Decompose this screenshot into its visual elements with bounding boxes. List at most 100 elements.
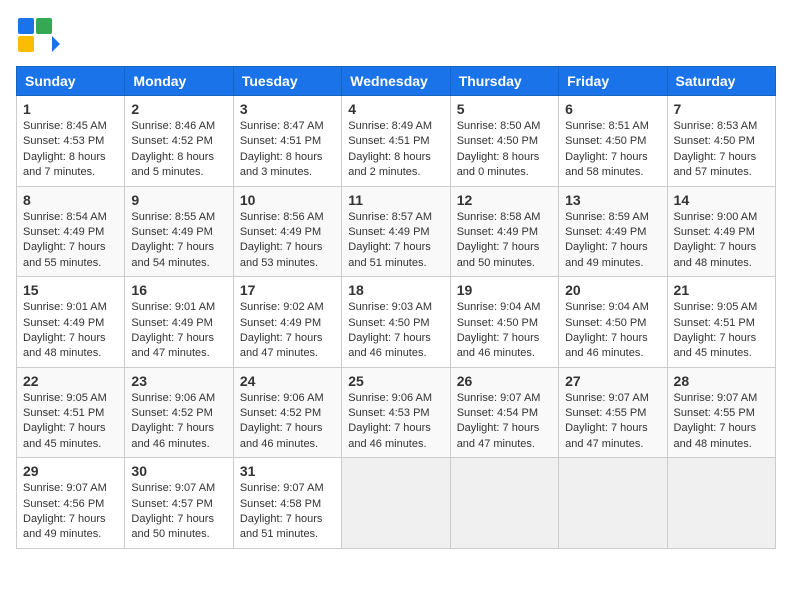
day-info: Sunrise: 9:07 AMSunset: 4:58 PMDaylight:…	[240, 482, 324, 540]
day-number: 3	[240, 101, 335, 117]
day-cell-10: 10 Sunrise: 8:56 AMSunset: 4:49 PMDaylig…	[233, 186, 341, 277]
day-info: Sunrise: 8:53 AMSunset: 4:50 PMDaylight:…	[674, 120, 758, 178]
day-cell-3: 3 Sunrise: 8:47 AMSunset: 4:51 PMDayligh…	[233, 96, 341, 187]
day-info: Sunrise: 8:51 AMSunset: 4:50 PMDaylight:…	[565, 120, 649, 178]
day-cell-30: 30 Sunrise: 9:07 AMSunset: 4:57 PMDaylig…	[125, 458, 233, 549]
day-info: Sunrise: 8:58 AMSunset: 4:49 PMDaylight:…	[457, 211, 541, 269]
day-cell-7: 7 Sunrise: 8:53 AMSunset: 4:50 PMDayligh…	[667, 96, 775, 187]
day-header-monday: Monday	[125, 67, 233, 96]
day-number: 1	[23, 101, 118, 117]
day-info: Sunrise: 9:01 AMSunset: 4:49 PMDaylight:…	[23, 301, 107, 359]
day-number: 18	[348, 282, 443, 298]
week-row-3: 15 Sunrise: 9:01 AMSunset: 4:49 PMDaylig…	[17, 277, 776, 368]
day-number: 7	[674, 101, 769, 117]
day-number: 6	[565, 101, 660, 117]
day-info: Sunrise: 9:06 AMSunset: 4:53 PMDaylight:…	[348, 392, 432, 450]
day-number: 22	[23, 373, 118, 389]
day-number: 29	[23, 463, 118, 479]
day-number: 8	[23, 192, 118, 208]
day-info: Sunrise: 9:06 AMSunset: 4:52 PMDaylight:…	[131, 392, 215, 450]
day-cell-17: 17 Sunrise: 9:02 AMSunset: 4:49 PMDaylig…	[233, 277, 341, 368]
day-info: Sunrise: 9:04 AMSunset: 4:50 PMDaylight:…	[457, 301, 541, 359]
day-info: Sunrise: 8:47 AMSunset: 4:51 PMDaylight:…	[240, 120, 324, 178]
day-number: 30	[131, 463, 226, 479]
day-cell-21: 21 Sunrise: 9:05 AMSunset: 4:51 PMDaylig…	[667, 277, 775, 368]
day-info: Sunrise: 8:50 AMSunset: 4:50 PMDaylight:…	[457, 120, 541, 178]
day-info: Sunrise: 8:59 AMSunset: 4:49 PMDaylight:…	[565, 211, 649, 269]
day-number: 12	[457, 192, 552, 208]
day-cell-12: 12 Sunrise: 8:58 AMSunset: 4:49 PMDaylig…	[450, 186, 558, 277]
day-cell-29: 29 Sunrise: 9:07 AMSunset: 4:56 PMDaylig…	[17, 458, 125, 549]
day-cell-13: 13 Sunrise: 8:59 AMSunset: 4:49 PMDaylig…	[559, 186, 667, 277]
day-info: Sunrise: 9:07 AMSunset: 4:56 PMDaylight:…	[23, 482, 107, 540]
day-info: Sunrise: 9:00 AMSunset: 4:49 PMDaylight:…	[674, 211, 758, 269]
day-info: Sunrise: 8:46 AMSunset: 4:52 PMDaylight:…	[131, 120, 215, 178]
day-cell-26: 26 Sunrise: 9:07 AMSunset: 4:54 PMDaylig…	[450, 367, 558, 458]
day-number: 4	[348, 101, 443, 117]
day-info: Sunrise: 9:05 AMSunset: 4:51 PMDaylight:…	[674, 301, 758, 359]
day-header-sunday: Sunday	[17, 67, 125, 96]
week-row-4: 22 Sunrise: 9:05 AMSunset: 4:51 PMDaylig…	[17, 367, 776, 458]
day-cell-23: 23 Sunrise: 9:06 AMSunset: 4:52 PMDaylig…	[125, 367, 233, 458]
day-number: 31	[240, 463, 335, 479]
day-header-friday: Friday	[559, 67, 667, 96]
empty-cell	[342, 458, 450, 549]
day-cell-27: 27 Sunrise: 9:07 AMSunset: 4:55 PMDaylig…	[559, 367, 667, 458]
day-info: Sunrise: 9:07 AMSunset: 4:54 PMDaylight:…	[457, 392, 541, 450]
day-info: Sunrise: 8:55 AMSunset: 4:49 PMDaylight:…	[131, 211, 215, 269]
day-cell-9: 9 Sunrise: 8:55 AMSunset: 4:49 PMDayligh…	[125, 186, 233, 277]
empty-cell	[559, 458, 667, 549]
day-cell-15: 15 Sunrise: 9:01 AMSunset: 4:49 PMDaylig…	[17, 277, 125, 368]
day-cell-28: 28 Sunrise: 9:07 AMSunset: 4:55 PMDaylig…	[667, 367, 775, 458]
day-cell-1: 1 Sunrise: 8:45 AMSunset: 4:53 PMDayligh…	[17, 96, 125, 187]
day-info: Sunrise: 9:04 AMSunset: 4:50 PMDaylight:…	[565, 301, 649, 359]
logo	[16, 16, 64, 62]
day-number: 10	[240, 192, 335, 208]
day-number: 25	[348, 373, 443, 389]
page-header	[16, 16, 776, 62]
day-info: Sunrise: 9:07 AMSunset: 4:55 PMDaylight:…	[565, 392, 649, 450]
day-header-tuesday: Tuesday	[233, 67, 341, 96]
day-cell-2: 2 Sunrise: 8:46 AMSunset: 4:52 PMDayligh…	[125, 96, 233, 187]
day-info: Sunrise: 8:49 AMSunset: 4:51 PMDaylight:…	[348, 120, 432, 178]
calendar-header-row: SundayMondayTuesdayWednesdayThursdayFrid…	[17, 67, 776, 96]
empty-cell	[667, 458, 775, 549]
day-number: 28	[674, 373, 769, 389]
day-info: Sunrise: 9:07 AMSunset: 4:55 PMDaylight:…	[674, 392, 758, 450]
day-number: 5	[457, 101, 552, 117]
day-number: 2	[131, 101, 226, 117]
week-row-5: 29 Sunrise: 9:07 AMSunset: 4:56 PMDaylig…	[17, 458, 776, 549]
day-number: 23	[131, 373, 226, 389]
day-header-thursday: Thursday	[450, 67, 558, 96]
week-row-2: 8 Sunrise: 8:54 AMSunset: 4:49 PMDayligh…	[17, 186, 776, 277]
day-header-saturday: Saturday	[667, 67, 775, 96]
day-cell-19: 19 Sunrise: 9:04 AMSunset: 4:50 PMDaylig…	[450, 277, 558, 368]
logo-icon	[16, 16, 60, 62]
day-number: 26	[457, 373, 552, 389]
empty-cell	[450, 458, 558, 549]
day-number: 19	[457, 282, 552, 298]
day-number: 14	[674, 192, 769, 208]
calendar-table: SundayMondayTuesdayWednesdayThursdayFrid…	[16, 66, 776, 549]
day-info: Sunrise: 9:03 AMSunset: 4:50 PMDaylight:…	[348, 301, 432, 359]
day-cell-14: 14 Sunrise: 9:00 AMSunset: 4:49 PMDaylig…	[667, 186, 775, 277]
day-cell-22: 22 Sunrise: 9:05 AMSunset: 4:51 PMDaylig…	[17, 367, 125, 458]
day-cell-25: 25 Sunrise: 9:06 AMSunset: 4:53 PMDaylig…	[342, 367, 450, 458]
week-row-1: 1 Sunrise: 8:45 AMSunset: 4:53 PMDayligh…	[17, 96, 776, 187]
day-number: 17	[240, 282, 335, 298]
day-info: Sunrise: 9:07 AMSunset: 4:57 PMDaylight:…	[131, 482, 215, 540]
day-number: 24	[240, 373, 335, 389]
day-info: Sunrise: 8:56 AMSunset: 4:49 PMDaylight:…	[240, 211, 324, 269]
day-cell-20: 20 Sunrise: 9:04 AMSunset: 4:50 PMDaylig…	[559, 277, 667, 368]
day-info: Sunrise: 9:01 AMSunset: 4:49 PMDaylight:…	[131, 301, 215, 359]
day-cell-4: 4 Sunrise: 8:49 AMSunset: 4:51 PMDayligh…	[342, 96, 450, 187]
day-number: 11	[348, 192, 443, 208]
day-number: 9	[131, 192, 226, 208]
day-number: 20	[565, 282, 660, 298]
day-cell-5: 5 Sunrise: 8:50 AMSunset: 4:50 PMDayligh…	[450, 96, 558, 187]
day-header-wednesday: Wednesday	[342, 67, 450, 96]
day-number: 13	[565, 192, 660, 208]
day-number: 16	[131, 282, 226, 298]
day-cell-24: 24 Sunrise: 9:06 AMSunset: 4:52 PMDaylig…	[233, 367, 341, 458]
day-info: Sunrise: 9:06 AMSunset: 4:52 PMDaylight:…	[240, 392, 324, 450]
